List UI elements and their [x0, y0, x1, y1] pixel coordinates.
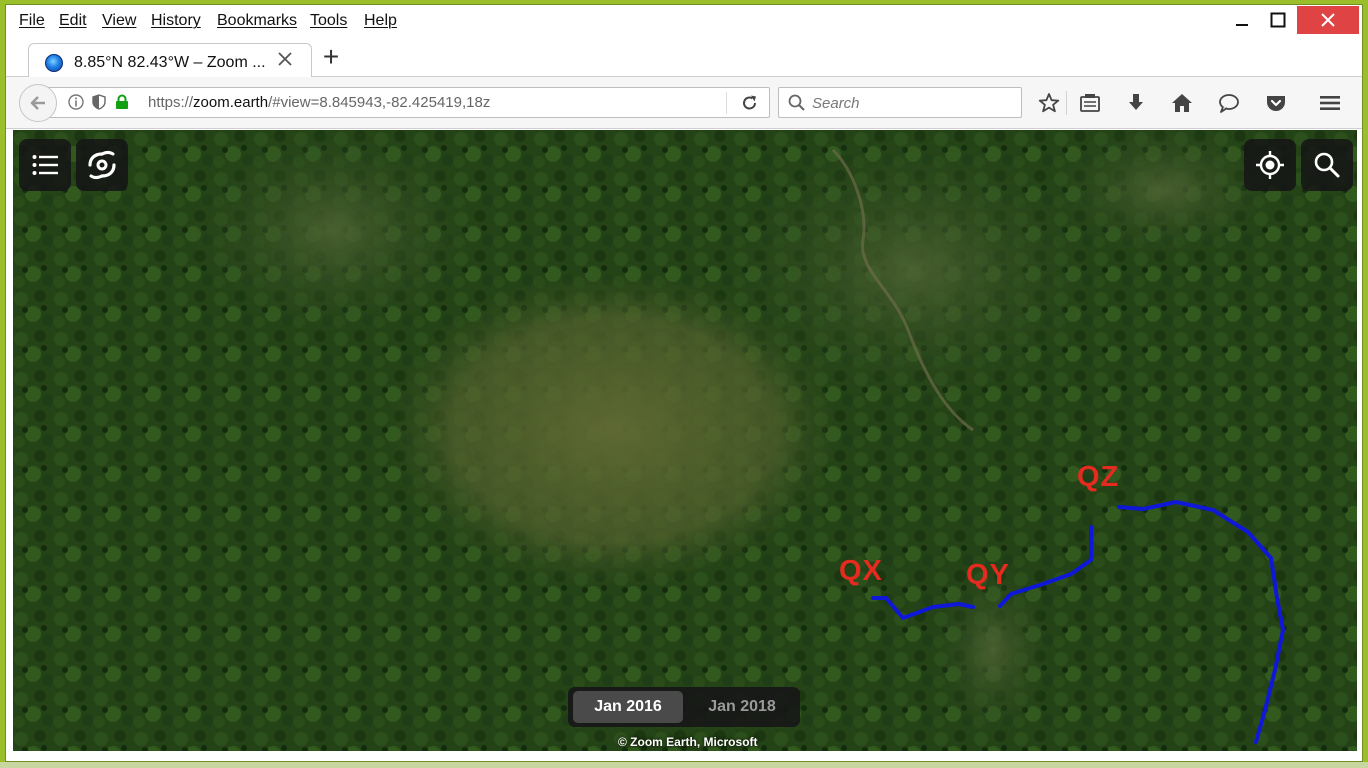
maximize-icon [1270, 12, 1286, 28]
globe-favicon-icon [45, 54, 63, 72]
menu-file[interactable]: File [19, 12, 45, 30]
tracking-shield-icon[interactable] [91, 94, 107, 110]
new-tab-button[interactable]: + [318, 43, 344, 71]
label-qz: QZ [1077, 461, 1120, 493]
pocket-icon [1267, 96, 1285, 111]
clipboard-icon [1080, 94, 1100, 112]
crosshair-location-icon [1256, 151, 1284, 179]
navigation-bar: https://zoom.earth/#view=8.845943,-82.42… [6, 77, 1362, 129]
search-box[interactable]: Search [778, 87, 1022, 118]
layers-menu-button[interactable] [19, 139, 71, 191]
main-menu-button[interactable] [1317, 90, 1343, 116]
url-identity-icons [68, 94, 130, 110]
label-qy: QY [966, 559, 1010, 591]
menu-help[interactable]: Help [364, 12, 397, 30]
menu-view[interactable]: View [102, 12, 136, 30]
url-separator [726, 92, 727, 114]
maximize-button[interactable] [1255, 5, 1301, 35]
download-arrow-icon [1129, 94, 1143, 110]
date-option-active[interactable]: Jan 2016 [573, 691, 683, 723]
search-placeholder: Search [812, 95, 860, 112]
map-search-button[interactable] [1301, 139, 1353, 191]
menu-bar: File Edit View History Bookmarks Tools H… [6, 5, 1362, 37]
menu-tools[interactable]: Tools [310, 12, 347, 30]
minimize-icon [1236, 24, 1248, 26]
close-icon [278, 52, 292, 66]
downloads-button[interactable] [1123, 90, 1149, 116]
url-bar[interactable]: https://zoom.earth/#view=8.845943,-82.42… [40, 87, 770, 118]
satellite-image [13, 130, 1357, 751]
tab-title: 8.85°N 82.43°W – Zoom ... [74, 54, 266, 71]
lock-icon[interactable] [114, 94, 130, 110]
date-option-inactive[interactable]: Jan 2018 [688, 691, 796, 723]
tab-close-button[interactable] [274, 50, 296, 72]
window-close-button[interactable] [1297, 6, 1359, 34]
menu-history[interactable]: History [151, 12, 201, 30]
menu-bookmarks[interactable]: Bookmarks [217, 12, 297, 30]
close-icon [1321, 13, 1335, 27]
url-scheme: https:// [148, 94, 194, 111]
url-text[interactable]: https://zoom.earth/#view=8.845943,-82.42… [148, 94, 490, 111]
storms-button[interactable] [76, 139, 128, 191]
toolbar-divider [1066, 91, 1067, 115]
tab-strip: 8.85°N 82.43°W – Zoom ... + [6, 37, 1362, 79]
imagery-date-toggle: Jan 2016 Jan 2018 [568, 687, 800, 727]
locate-me-button[interactable] [1244, 139, 1296, 191]
menu-edit[interactable]: Edit [59, 12, 87, 30]
hurricane-icon [88, 151, 116, 179]
map-viewport[interactable]: QX QY QZ Jan 2016 Jan 2018 © Zoom Earth,… [13, 130, 1357, 751]
chat-button[interactable] [1216, 90, 1242, 116]
star-icon [1038, 93, 1060, 113]
pocket-button[interactable] [1263, 90, 1289, 116]
url-path: /#view=8.845943,-82.425419,18z [268, 94, 491, 111]
speech-bubble-icon [1219, 94, 1239, 113]
home-button[interactable] [1169, 90, 1195, 116]
taskbar-strip [0, 762, 1368, 768]
search-icon [1314, 152, 1340, 178]
search-icon [788, 94, 805, 111]
label-qx: QX [839, 555, 883, 587]
map-attribution: © Zoom Earth, Microsoft [618, 735, 758, 749]
back-arrow-icon [30, 96, 45, 110]
info-icon[interactable] [68, 94, 84, 110]
tab-zoom-earth[interactable]: 8.85°N 82.43°W – Zoom ... [28, 43, 312, 79]
back-button[interactable] [19, 84, 57, 122]
browser-window: File Edit View History Bookmarks Tools H… [5, 4, 1363, 762]
reload-icon [743, 95, 756, 110]
reload-button[interactable] [738, 92, 762, 114]
url-host: zoom.earth [193, 94, 269, 111]
home-icon [1172, 94, 1192, 112]
bookmark-star-button[interactable] [1036, 90, 1062, 116]
reading-list-button[interactable] [1077, 90, 1103, 116]
hamburger-menu-icon [1320, 96, 1340, 110]
list-menu-icon [32, 155, 58, 175]
